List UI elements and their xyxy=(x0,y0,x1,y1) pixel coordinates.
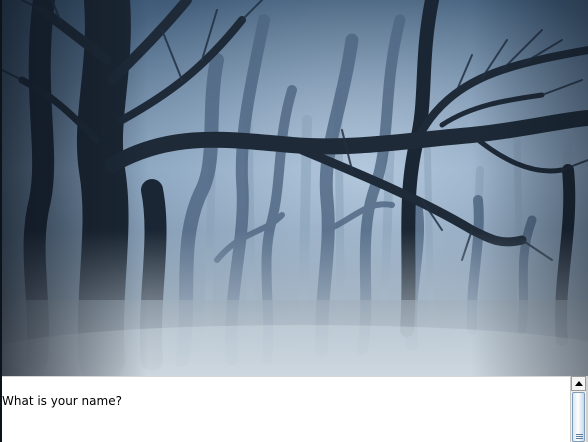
game-window: What is your name? xyxy=(0,0,588,442)
grip-icon xyxy=(576,436,583,437)
story-text-area[interactable]: What is your name? xyxy=(2,376,570,442)
scroll-thumb[interactable] xyxy=(572,392,585,442)
grip-icon xyxy=(576,438,583,439)
misty-forest-icon xyxy=(2,0,588,376)
scene-image xyxy=(2,0,588,376)
scroll-up-icon[interactable] xyxy=(571,376,586,391)
grip-icon xyxy=(576,434,583,435)
story-line: What is your name? xyxy=(2,394,122,408)
vertical-scrollbar[interactable] xyxy=(570,376,586,442)
